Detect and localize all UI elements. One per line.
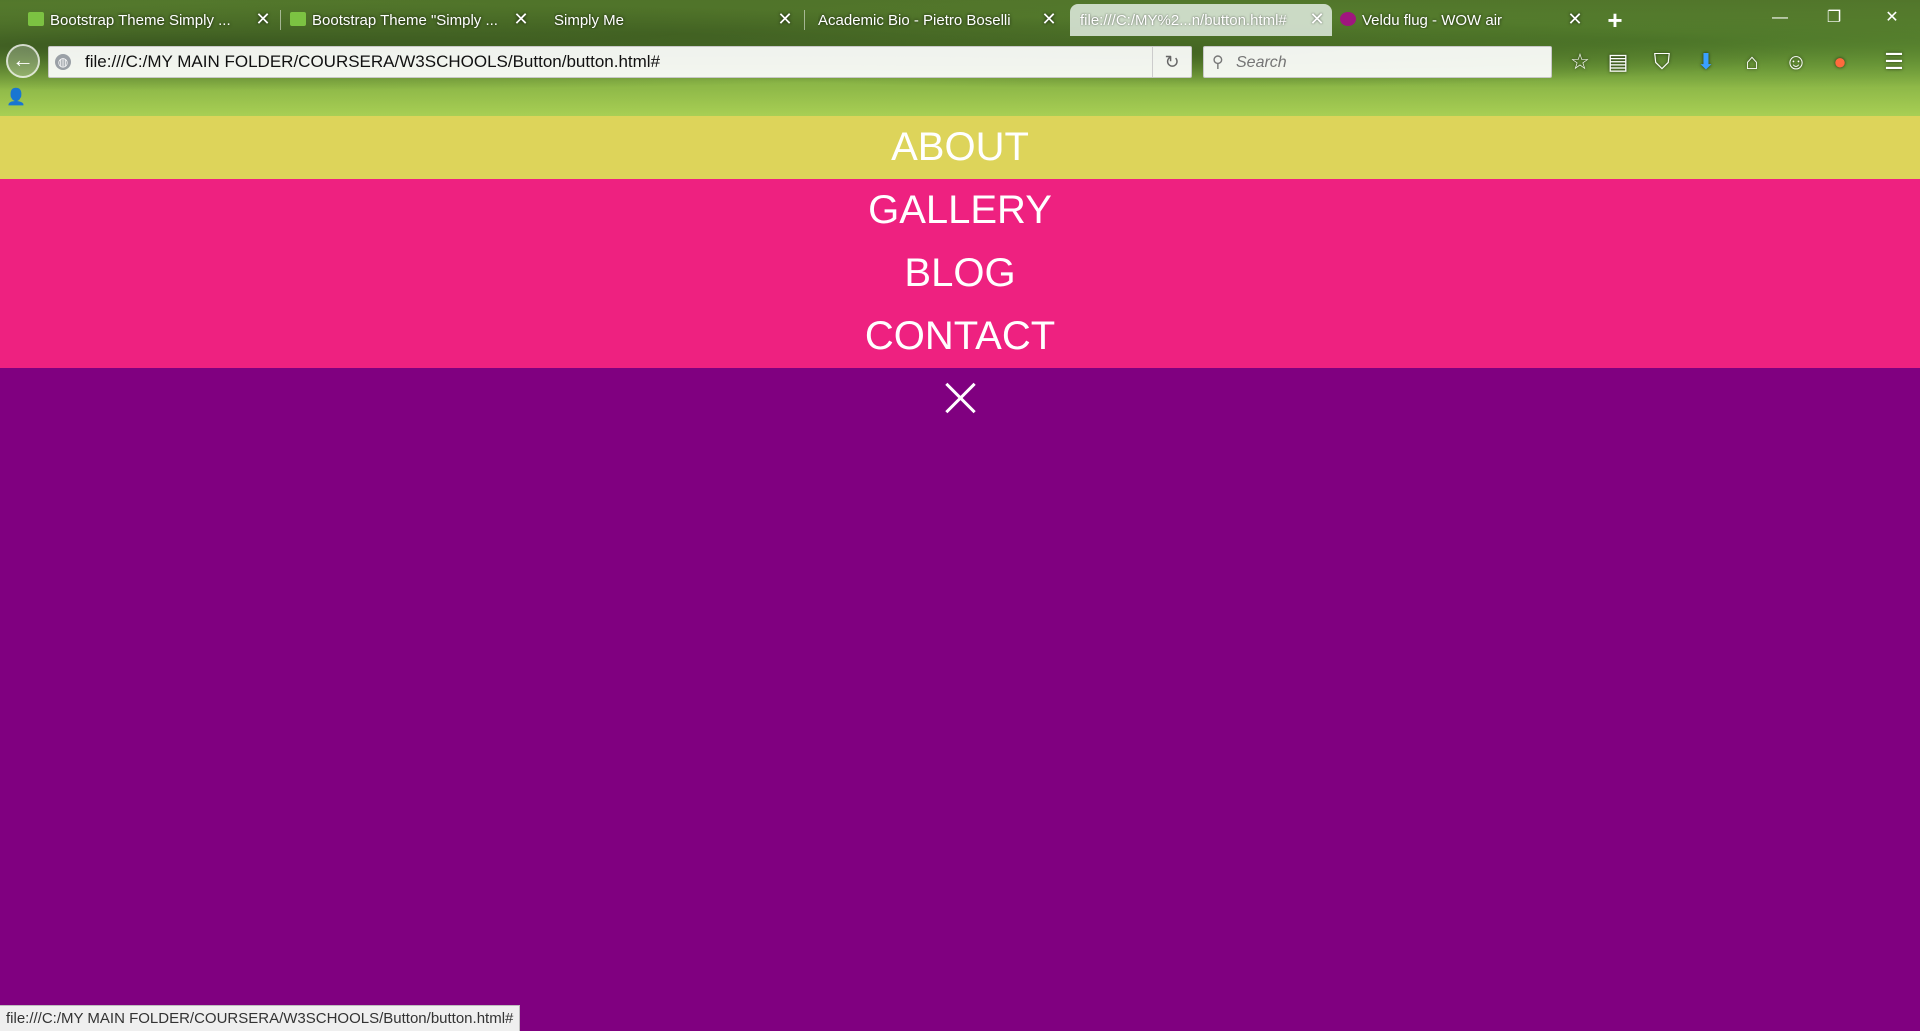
restore-icon[interactable]: ❐ [1814, 4, 1854, 32]
bookmark-star-icon[interactable]: ☆ [1564, 46, 1596, 78]
window-close-icon[interactable]: ✕ [1872, 4, 1912, 32]
browser-chrome: Bootstrap Theme Simply ... ✕ Bootstrap T… [0, 0, 1920, 116]
tab-label: Veldu flug - WOW air [1362, 11, 1503, 29]
url-text[interactable]: file:///C:/MY MAIN FOLDER/COURSERA/W3SCH… [85, 47, 660, 77]
tab-divider [280, 10, 281, 30]
globe-icon: ◍ [55, 54, 71, 70]
tab-label: file:///C:/MY%2...n/button.html# [1080, 11, 1287, 29]
home-icon[interactable]: ⌂ [1736, 46, 1768, 78]
tab-strip: Bootstrap Theme Simply ... ✕ Bootstrap T… [0, 0, 1920, 40]
menu-icon[interactable]: ☰ [1878, 46, 1910, 78]
close-menu-button[interactable] [0, 368, 1920, 431]
tab-bootstrap-theme-1[interactable]: Bootstrap Theme Simply ... ✕ [22, 4, 278, 36]
tab-label: Bootstrap Theme "Simply ... [312, 11, 498, 29]
reload-icon[interactable]: ↻ [1152, 47, 1191, 77]
persona-icon[interactable]: 👤 [6, 90, 26, 106]
back-button[interactable]: ← [6, 44, 40, 78]
tab-label: Simply Me [554, 11, 625, 29]
navigation-toolbar: ← ◍ file:///C:/MY MAIN FOLDER/COURSERA/W… [0, 42, 1920, 80]
tab-academic-bio[interactable]: Academic Bio - Pietro Boselli ✕ [808, 4, 1064, 36]
minimize-icon[interactable]: — [1760, 4, 1800, 32]
tab-divider [804, 10, 805, 30]
close-icon[interactable]: ✕ [776, 10, 794, 28]
back-arrow-icon: ← [12, 47, 34, 72]
tab-bootstrap-theme-2[interactable]: Bootstrap Theme "Simply ... ✕ [284, 4, 536, 36]
status-bar: file:///C:/MY MAIN FOLDER/COURSERA/W3SCH… [0, 1005, 521, 1031]
reading-list-icon[interactable]: ▤ [1602, 46, 1634, 78]
url-bar[interactable]: ◍ file:///C:/MY MAIN FOLDER/COURSERA/W3S… [48, 46, 1192, 78]
close-icon[interactable]: ✕ [254, 10, 272, 28]
wow-icon [1340, 12, 1356, 26]
w3-icon [290, 12, 306, 26]
close-icon[interactable]: ✕ [1040, 10, 1058, 28]
close-icon[interactable]: ✕ [1566, 10, 1584, 28]
tab-wow-air[interactable]: Veldu flug - WOW air ✕ [1334, 4, 1590, 36]
page-content: ABOUT GALLERY BLOG CONTACT [0, 116, 1920, 1030]
tab-simply-me[interactable]: Simply Me ✕ [538, 4, 800, 36]
close-icon [944, 382, 976, 414]
nav-link-blog[interactable]: BLOG [0, 242, 1920, 305]
tab-label: Academic Bio - Pietro Boselli [818, 11, 1011, 29]
addon-icon[interactable]: ● [1824, 46, 1856, 78]
search-icon: ⚲ [1212, 54, 1224, 71]
tab-button-html[interactable]: file:///C:/MY%2...n/button.html# ✕ [1070, 4, 1332, 36]
nav-link-gallery[interactable]: GALLERY [0, 179, 1920, 242]
nav-link-about[interactable]: ABOUT [0, 116, 1920, 179]
search-bar[interactable]: ⚲ [1203, 46, 1552, 78]
pocket-icon[interactable]: ⛉ [1646, 46, 1678, 78]
close-icon[interactable]: ✕ [512, 10, 530, 28]
tab-label: Bootstrap Theme Simply ... [50, 11, 231, 29]
w3-icon [28, 12, 44, 26]
downloads-icon[interactable]: ⬇ [1690, 46, 1722, 78]
new-tab-button[interactable]: + [1600, 6, 1630, 34]
search-input[interactable] [1234, 50, 1538, 76]
hello-icon[interactable]: ☺ [1780, 46, 1812, 78]
nav-link-contact[interactable]: CONTACT [0, 305, 1920, 368]
close-icon[interactable]: ✕ [1308, 10, 1326, 28]
